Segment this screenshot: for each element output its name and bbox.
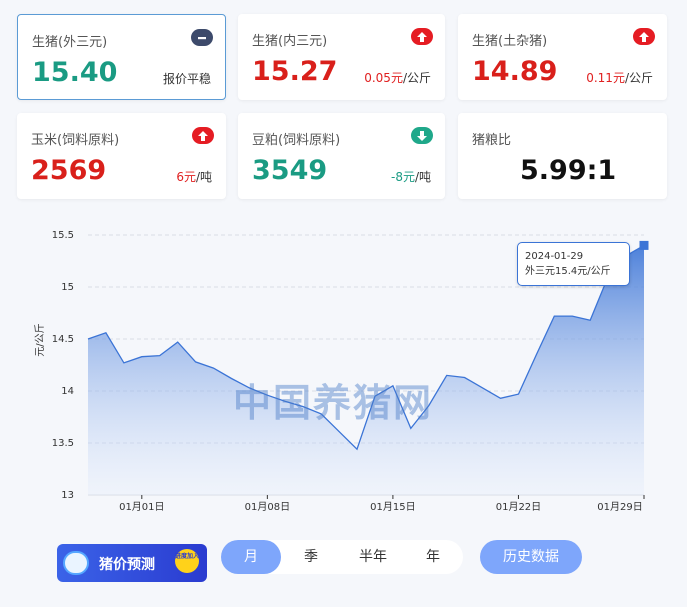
period-selector: 月 季 半年 年 xyxy=(221,540,463,574)
period-quarter[interactable]: 季 xyxy=(283,540,339,574)
card-value: 5.99:1 xyxy=(520,155,617,186)
price-forecast-label: 猪价预测 xyxy=(99,557,155,573)
x-tick-label: 01月15日 xyxy=(370,501,415,513)
card-change-num: -8元 xyxy=(390,170,415,184)
arrow-up-icon xyxy=(633,28,655,45)
card-label: 猪粮比 xyxy=(472,133,512,148)
card-change: 0.11元/公斤 xyxy=(586,69,653,86)
arrow-up-icon xyxy=(411,28,433,45)
y-tick-label: 13 xyxy=(61,490,74,501)
card-value: 2569 xyxy=(31,155,107,186)
price-card-zhuliangbi[interactable]: 猪粮比 5.99:1 xyxy=(458,113,667,199)
tooltip-date: 2024-01-29 xyxy=(525,251,584,262)
card-change: 报价平稳 xyxy=(163,70,211,87)
minus-icon xyxy=(191,29,213,46)
card-label: 豆粕(饲料原料) xyxy=(252,133,341,148)
y-tick-label: 13.5 xyxy=(52,438,74,449)
tooltip-value: 外三元15.4元/公斤 xyxy=(525,266,611,277)
price-card-waisanyuan[interactable]: 生猪(外三元) 15.40 报价平稳 xyxy=(17,14,226,100)
card-change: -8元/吨 xyxy=(391,168,431,185)
chart-tooltip: 2024-01-29 外三元15.4元/公斤 xyxy=(517,242,630,286)
card-value: 3549 xyxy=(252,155,328,186)
y-axis-label: 元/公斤 xyxy=(34,323,46,356)
card-label: 生猪(土杂猪) xyxy=(472,34,548,49)
y-tick-label: 15 xyxy=(61,282,74,293)
card-change-unit: /公斤 xyxy=(402,71,431,85)
card-change: 6元/吨 xyxy=(176,168,212,185)
x-tick-label: 01月29日 xyxy=(597,501,642,513)
price-card-doupo[interactable]: 豆粕(饲料原料) 3549 -8元/吨 xyxy=(238,113,445,199)
card-change: 0.05元/公斤 xyxy=(364,69,431,86)
card-change-unit: /公斤 xyxy=(624,71,653,85)
card-change-unit: 报价平稳 xyxy=(162,72,211,86)
history-data-button[interactable]: 历史数据 xyxy=(480,540,582,574)
coin-icon: 进度加入 xyxy=(175,549,199,573)
arrow-down-icon xyxy=(411,127,433,144)
cloud-icon xyxy=(63,551,89,575)
watermark: 中国养猪网 xyxy=(233,381,434,425)
card-label: 生猪(内三元) xyxy=(252,34,328,49)
y-tick-label: 15.5 xyxy=(52,230,74,241)
card-value: 14.89 xyxy=(472,56,558,87)
card-change-unit: /吨 xyxy=(195,170,212,184)
card-change-unit: /吨 xyxy=(414,170,431,184)
period-half-year[interactable]: 半年 xyxy=(343,540,403,574)
card-label: 玉米(饲料原料) xyxy=(31,133,120,148)
x-tick-label: 01月22日 xyxy=(496,501,541,513)
card-change-num: 6元 xyxy=(176,170,196,184)
price-card-neisanyuan[interactable]: 生猪(内三元) 15.27 0.05元/公斤 xyxy=(238,14,445,100)
card-label: 生猪(外三元) xyxy=(32,35,108,50)
y-tick-label: 14 xyxy=(61,386,74,397)
price-card-tuzazhu[interactable]: 生猪(土杂猪) 14.89 0.11元/公斤 xyxy=(458,14,667,100)
card-change-num: 0.05元 xyxy=(364,71,403,85)
period-month[interactable]: 月 xyxy=(221,540,281,574)
card-value: 15.27 xyxy=(252,56,338,87)
y-tick-label: 14.5 xyxy=(52,334,74,345)
period-year[interactable]: 年 xyxy=(405,540,461,574)
x-tick-label: 01月01日 xyxy=(119,501,164,513)
last-point-marker xyxy=(639,240,649,250)
card-change-num: 0.11元 xyxy=(586,71,625,85)
card-value: 15.40 xyxy=(32,57,118,88)
price-card-yumi[interactable]: 玉米(饲料原料) 2569 6元/吨 xyxy=(17,113,226,199)
x-tick-label: 01月08日 xyxy=(245,501,290,513)
arrow-up-icon xyxy=(192,127,214,144)
